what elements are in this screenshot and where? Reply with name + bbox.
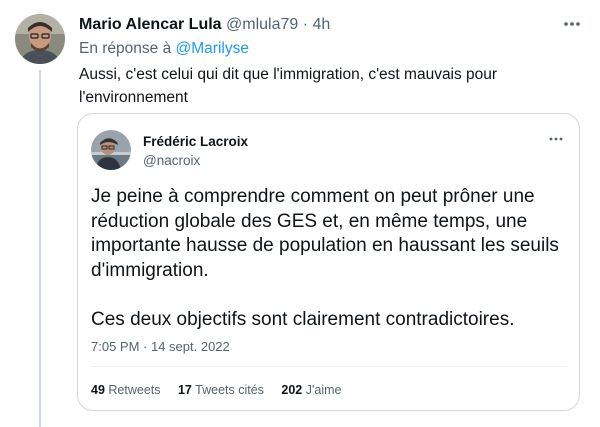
- reply-prefix: En réponse à: [79, 40, 172, 57]
- quoted-paragraph-1: Je peine à comprendre comment on peut pr…: [91, 186, 559, 281]
- tweet-header: Mario Alencar Lula @mlula79 · 4h: [79, 16, 330, 34]
- reply-mention-link[interactable]: @Marilyse: [176, 40, 249, 57]
- quoted-paragraph-2: Ces deux objectifs sont clairement contr…: [91, 308, 515, 330]
- quoted-timestamp[interactable]: 7:05 PM · 14 sept. 2022: [91, 339, 230, 354]
- author-avatar[interactable]: [15, 14, 65, 64]
- author-handle[interactable]: @mlula79: [226, 16, 298, 33]
- quoted-stats: 49 Retweets 17 Tweets cités 202 J'aime: [91, 383, 355, 397]
- quotes-count: 17: [177, 383, 192, 397]
- likes-label: J'aime: [305, 383, 342, 397]
- likes-count: 202: [281, 383, 303, 397]
- tweet-time[interactable]: 4h: [313, 16, 331, 33]
- author-name[interactable]: Mario Alencar Lula: [79, 16, 222, 33]
- reply-tweet[interactable]: Mario Alencar Lula @mlula79 · 4h En répo…: [0, 0, 600, 427]
- thread-line: [39, 70, 41, 427]
- quoted-author-name[interactable]: Frédéric Lacroix: [143, 134, 248, 149]
- reply-context: En réponse à @Marilyse: [79, 40, 249, 58]
- more-horizontal-icon[interactable]: [560, 14, 584, 34]
- quoted-tweet-text: Je peine à comprendre comment on peut pr…: [91, 185, 566, 332]
- likes-stat[interactable]: 202 J'aime: [281, 383, 341, 397]
- divider: [91, 366, 566, 367]
- tweet-text: Aussi, c'est celui qui dit que l'immigra…: [79, 66, 498, 106]
- quoted-author-handle[interactable]: @nacroix: [143, 153, 200, 168]
- quoted-author-avatar[interactable]: [91, 130, 131, 170]
- quotes-label: Tweets cités: [195, 383, 264, 397]
- retweets-label: Retweets: [108, 383, 161, 397]
- quote-tweets-stat[interactable]: 17 Tweets cités: [178, 383, 267, 397]
- retweets-count: 49: [91, 383, 105, 397]
- quoted-more-icon[interactable]: [546, 132, 566, 146]
- retweets-stat[interactable]: 49 Retweets: [91, 383, 164, 397]
- separator-dot: ·: [302, 16, 309, 33]
- quoted-tweet-card[interactable]: Frédéric Lacroix @nacroix Je peine à com…: [77, 113, 580, 411]
